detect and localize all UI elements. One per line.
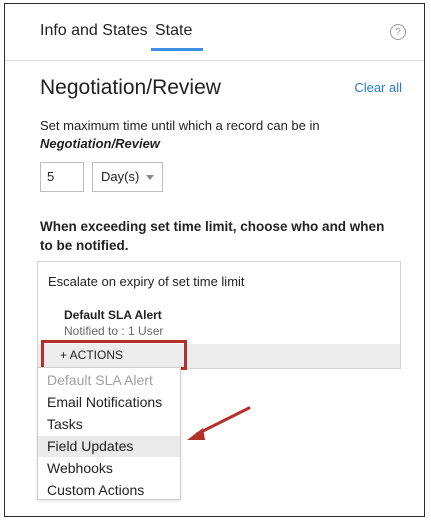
notify-heading: When exceeding set time limit, choose wh… xyxy=(40,219,385,253)
menu-item-webhooks[interactable]: Webhooks xyxy=(38,458,180,479)
panel-frame: Info and States State ? Negotiation/Revi… xyxy=(4,3,425,517)
time-limit-text: Set maximum time until which a record ca… xyxy=(40,118,320,133)
time-limit-description: Set maximum time until which a record ca… xyxy=(40,117,320,153)
tab-state[interactable]: State xyxy=(155,22,192,40)
actions-dropdown-menu: Default SLA Alert Email Notifications Ta… xyxy=(37,367,181,500)
time-limit-stage-name: Negotiation/Review xyxy=(40,136,160,151)
sla-alert-recipients: Notified to : 1 User xyxy=(64,324,164,338)
time-unit-select[interactable]: Day(s) xyxy=(92,162,163,192)
escalate-box: Escalate on expiry of set time limit Def… xyxy=(37,261,401,370)
tab-bar: Info and States State ? xyxy=(5,4,424,61)
time-value-input[interactable]: 5 xyxy=(40,162,84,192)
menu-item-email-notifications[interactable]: Email Notifications xyxy=(38,392,180,413)
annotation-arrow-icon xyxy=(187,406,251,440)
add-actions-button[interactable]: + ACTIONS xyxy=(41,340,187,370)
help-circle-icon[interactable]: ? xyxy=(390,24,406,40)
time-unit-value: Day(s) xyxy=(101,169,140,184)
chevron-down-icon xyxy=(146,175,154,180)
menu-item-custom-actions[interactable]: Custom Actions xyxy=(38,480,180,501)
page-title: Negotiation/Review xyxy=(40,76,221,99)
sla-alert-name[interactable]: Default SLA Alert xyxy=(64,308,162,322)
menu-item-field-updates[interactable]: Field Updates xyxy=(38,436,180,457)
clear-all-link[interactable]: Clear all xyxy=(354,80,402,95)
menu-item-tasks[interactable]: Tasks xyxy=(38,414,180,435)
menu-item-default-sla-alert: Default SLA Alert xyxy=(47,372,153,388)
active-tab-indicator xyxy=(151,48,203,51)
escalate-title: Escalate on expiry of set time limit xyxy=(48,274,245,289)
tab-info-and-states[interactable]: Info and States xyxy=(40,22,148,40)
